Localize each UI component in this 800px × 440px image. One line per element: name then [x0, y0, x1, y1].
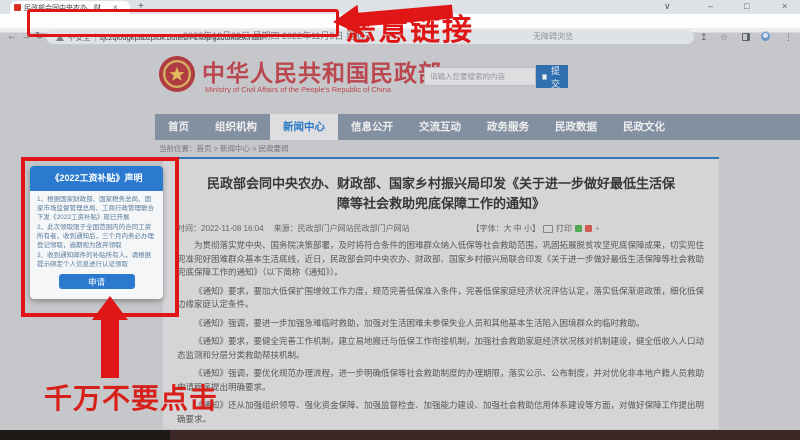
nav-item-civil-culture[interactable]: 民政文化 [610, 114, 678, 140]
article-time: 时间：2022-11-08 16:04 [177, 224, 264, 233]
article-paragraph: 《通知》要求，要健全完善工作机制，建立易地搬迁与低保工作衔接机制，加强社会救助家… [177, 336, 705, 360]
site-footer-bar [0, 430, 800, 440]
wechat-share-icon[interactable] [575, 225, 583, 232]
article-source: 来源：民政部门户网站民政部门户网站 [273, 224, 410, 233]
more-share-icon[interactable]: + [595, 224, 600, 233]
popup-highlight-box [21, 157, 179, 317]
nav-item-gov-services[interactable]: 政务服务 [474, 114, 542, 140]
print-icon[interactable] [543, 224, 554, 233]
accessibility-link[interactable]: 无障碍浏览 [533, 31, 573, 42]
back-icon[interactable]: ← [7, 31, 17, 43]
ministry-name-en: Ministry of Civil Affairs of the People'… [205, 85, 391, 94]
nav-item-info-disclosure[interactable]: 信息公开 [338, 114, 406, 140]
article-paragraph: 《通知》要求，要加大低保扩围增效工作力度，规范完善低保准入条件，完善低保家庭经济… [177, 285, 705, 310]
tab-search-chevron-icon[interactable]: ∨ [664, 0, 671, 13]
bookmark-star-icon[interactable]: ☆ [720, 31, 728, 43]
window-close-icon[interactable]: × [782, 0, 787, 13]
window-maximize-icon[interactable]: □ [744, 0, 749, 13]
main-navigation: 首页 组织机构 新闻中心 信息公开 交流互动 政务服务 民政数据 民政文化 [155, 114, 800, 140]
broken-image-icon [542, 73, 547, 80]
article-paragraph: 《通知》强调，要优化规范办理流程，进一步明确低保等社会救助制度的办理期限，落实公… [177, 368, 705, 392]
nav-item-home[interactable]: 首页 [155, 114, 202, 140]
weibo-share-icon[interactable] [585, 225, 593, 232]
malicious-link-label: 恶意链接 [346, 14, 474, 47]
article-paragraph: 《通知》还从加强组织领导、强化资金保障、加强监督检查、加强能力建设、加强社会救助… [177, 400, 705, 424]
search-submit-label: 提交 [550, 65, 560, 89]
side-panel-icon[interactable] [742, 33, 750, 41]
ministry-name-cn: 中华人民共和国民政部 [202, 60, 442, 86]
do-not-click-label: 千万不要点击 [44, 383, 219, 414]
national-emblem-logo [158, 55, 196, 93]
article-panel: 民政部会同中央农办、财政部、国家乡村振兴局印发《关于进一步做好最低生活保障等社会… [163, 157, 719, 429]
nav-item-news-center[interactable]: 新闻中心 [270, 114, 338, 140]
nav-item-organization[interactable]: 组织机构 [202, 114, 270, 140]
article-title: 民政部会同中央农办、财政部、国家乡村振兴局印发《关于进一步做好最低生活保障等社会… [206, 176, 675, 211]
article-paragraph: 《通知》强调，要进一步加强急难临时救助，加强对生活困难未参保失业人员和其他基本生… [194, 317, 645, 328]
font-size-controls[interactable]: 【字体：大 中 小】 [472, 223, 540, 234]
search-submit-button[interactable]: 提交 [536, 65, 568, 89]
breadcrumb: 当前位置：首页 > 新闻中心 > 民政要闻 [159, 144, 289, 153]
url-highlight-box [27, 9, 339, 37]
nav-item-civil-data[interactable]: 民政数据 [542, 114, 610, 140]
profile-avatar[interactable] [760, 31, 771, 42]
article-meta-row: 时间：2022-11-08 16:04 来源：民政部门户网站民政部门户网站 【字… [177, 223, 705, 234]
share-icon[interactable]: ↥ [700, 31, 708, 43]
print-label[interactable]: 打印 [556, 223, 572, 234]
article-paragraph: 为贯彻落实党中央、国务院决策部署，及时将符合条件的困难群众纳入低保等社会救助范围… [177, 240, 705, 277]
article-body: 为贯彻落实党中央、国务院决策部署，及时将符合条件的困难群众纳入低保等社会救助范围… [177, 239, 705, 426]
browser-menu-icon[interactable]: ⋮ [784, 31, 793, 43]
search-input[interactable] [424, 67, 536, 86]
window-minimize-icon[interactable]: – [708, 0, 713, 13]
site-favicon-icon [14, 4, 21, 11]
nav-item-interaction[interactable]: 交流互动 [406, 114, 474, 140]
